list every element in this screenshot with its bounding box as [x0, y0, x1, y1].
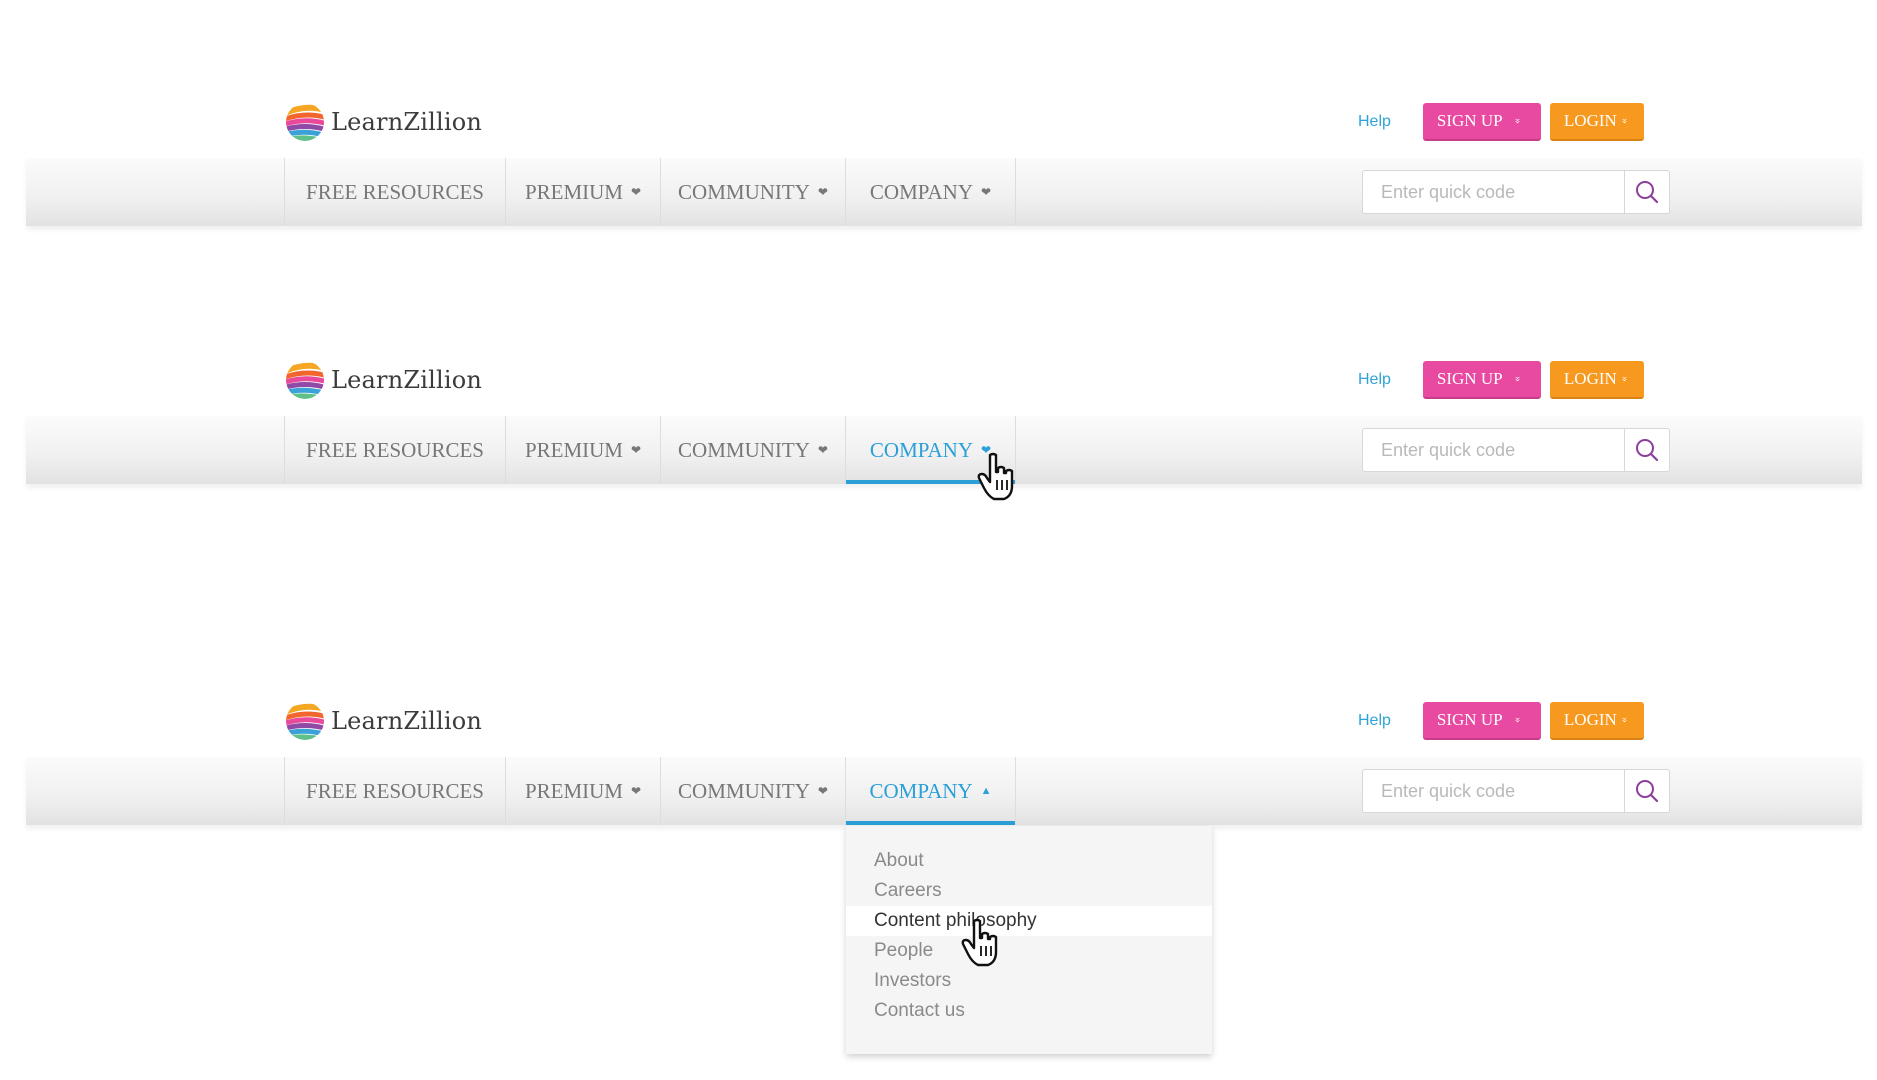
signup-button[interactable]: SIGN UP »: [1422, 702, 1541, 740]
quick-code-input[interactable]: [1363, 770, 1624, 812]
login-label: LOGIN: [1563, 710, 1617, 729]
chevron-down-icon: ❤: [817, 783, 828, 798]
nav-label: FREE RESOURCES: [306, 179, 484, 204]
nav-menu: FREE RESOURCES PREMIUM ❤ COMMUNITY ❤ COM…: [284, 757, 1016, 825]
chevron-down-icon: »: [1618, 717, 1631, 723]
chevron-down-icon: »: [1618, 376, 1631, 382]
chevron-down-icon: »: [1511, 376, 1524, 382]
nav-item-community[interactable]: COMMUNITY ❤: [661, 757, 846, 825]
chevron-down-icon: ❤: [817, 442, 828, 457]
help-link[interactable]: Help: [1358, 113, 1391, 131]
nav-item-free-resources[interactable]: FREE RESOURCES: [285, 158, 506, 226]
signup-label: SIGN UP: [1436, 369, 1503, 388]
nav-label: PREMIUM: [524, 778, 623, 803]
nav-item-premium[interactable]: PREMIUM ❤: [506, 416, 661, 484]
nav-label: PREMIUM: [524, 179, 623, 204]
chevron-down-icon: »: [1511, 717, 1524, 723]
nav-label: COMMUNITY: [678, 437, 810, 462]
dropdown-item-investors[interactable]: Investors: [846, 966, 1212, 996]
nav-label: PREMIUM: [524, 437, 623, 462]
dropdown-item-contact-us[interactable]: Contact us: [846, 996, 1212, 1026]
nav-label: COMPANY: [869, 437, 974, 462]
hand-cursor-icon: [977, 452, 1014, 501]
search-button[interactable]: [1624, 429, 1669, 471]
nav-label: COMPANY: [869, 179, 974, 204]
dropdown-item-careers[interactable]: Careers: [846, 876, 1212, 906]
signup-button[interactable]: SIGN UP »: [1422, 103, 1541, 141]
logo-icon: [286, 361, 324, 399]
main-navbar: FREE RESOURCES PREMIUM ❤ COMMUNITY ❤ COM…: [26, 757, 1862, 825]
quick-code-search: [1362, 428, 1670, 472]
quick-code-search: [1362, 769, 1670, 813]
quick-code-search: [1362, 170, 1670, 214]
nav-label: COMPANY: [869, 778, 973, 803]
search-icon: [1636, 439, 1659, 462]
signup-label: SIGN UP: [1436, 111, 1503, 130]
nav-menu: FREE RESOURCES PREMIUM ❤ COMMUNITY ❤ COM…: [284, 416, 1016, 484]
chevron-down-icon: ❤: [817, 184, 828, 199]
dropdown-item-content-philosophy[interactable]: Content philosophy: [846, 906, 1212, 936]
signup-label: SIGN UP: [1436, 710, 1503, 729]
header-actions: Help SIGN UP » LOGIN »: [1358, 100, 1644, 144]
nav-label: FREE RESOURCES: [306, 437, 484, 462]
logo-icon: [286, 103, 324, 141]
nav-item-free-resources[interactable]: FREE RESOURCES: [285, 757, 506, 825]
nav-state-open: LearnZillion Help SIGN UP » LOGIN » FREE…: [0, 699, 1877, 839]
logo-text: LearnZillion: [331, 707, 483, 735]
chevron-down-icon: »: [1511, 118, 1524, 124]
chevron-up-icon: ▲: [980, 785, 992, 797]
quick-code-input[interactable]: [1363, 429, 1624, 471]
nav-item-premium[interactable]: PREMIUM ❤: [506, 158, 661, 226]
signup-button[interactable]: SIGN UP »: [1422, 361, 1541, 399]
nav-menu: FREE RESOURCES PREMIUM ❤ COMMUNITY ❤ COM…: [284, 158, 1016, 226]
nav-item-community[interactable]: COMMUNITY ❤: [661, 416, 846, 484]
login-button[interactable]: LOGIN »: [1549, 702, 1644, 740]
login-button[interactable]: LOGIN »: [1549, 361, 1644, 399]
logo-text: LearnZillion: [331, 366, 483, 394]
main-navbar: FREE RESOURCES PREMIUM ❤ COMMUNITY ❤ COM…: [26, 158, 1862, 226]
nav-item-premium[interactable]: PREMIUM ❤: [506, 757, 661, 825]
hand-cursor-icon: [961, 918, 998, 967]
chevron-down-icon: ❤: [630, 783, 642, 798]
search-icon: [1636, 780, 1659, 803]
login-button[interactable]: LOGIN »: [1549, 103, 1644, 141]
logo[interactable]: LearnZillion: [285, 358, 482, 402]
logo[interactable]: LearnZillion: [285, 699, 482, 743]
login-label: LOGIN: [1563, 369, 1617, 388]
dropdown-item-about[interactable]: About: [846, 846, 1212, 876]
chevron-down-icon: ❤: [981, 184, 992, 199]
search-button[interactable]: [1624, 770, 1669, 812]
nav-state-hover: LearnZillion Help SIGN UP » LOGIN » FREE…: [0, 358, 1877, 501]
nav-item-company[interactable]: COMPANY ❤: [846, 158, 1016, 226]
dropdown-item-people[interactable]: People: [846, 936, 1212, 966]
quick-code-input[interactable]: [1363, 171, 1624, 213]
nav-label: FREE RESOURCES: [306, 778, 484, 803]
chevron-down-icon: ❤: [630, 184, 642, 199]
nav-item-free-resources[interactable]: FREE RESOURCES: [285, 416, 506, 484]
chevron-down-icon: »: [1618, 118, 1631, 124]
nav-item-community[interactable]: COMMUNITY ❤: [661, 158, 846, 226]
header-actions: Help SIGN UP » LOGIN »: [1358, 699, 1644, 743]
header-actions: Help SIGN UP » LOGIN »: [1358, 358, 1644, 402]
logo[interactable]: LearnZillion: [285, 100, 482, 144]
login-label: LOGIN: [1563, 111, 1617, 130]
logo-text: LearnZillion: [331, 108, 483, 136]
nav-label: COMMUNITY: [678, 179, 810, 204]
help-link[interactable]: Help: [1358, 712, 1391, 730]
help-link[interactable]: Help: [1358, 371, 1391, 389]
search-icon: [1636, 181, 1659, 204]
company-dropdown-menu: About Careers Content philosophy People …: [846, 826, 1212, 1054]
logo-icon: [286, 702, 324, 740]
nav-state-default: LearnZillion Help SIGN UP » LOGIN » FREE…: [0, 100, 1877, 240]
main-navbar: FREE RESOURCES PREMIUM ❤ COMMUNITY ❤ COM…: [26, 416, 1862, 484]
nav-label: COMMUNITY: [678, 778, 810, 803]
search-button[interactable]: [1624, 171, 1669, 213]
chevron-down-icon: ❤: [630, 442, 642, 457]
nav-item-company[interactable]: COMPANY ▲: [846, 757, 1016, 825]
